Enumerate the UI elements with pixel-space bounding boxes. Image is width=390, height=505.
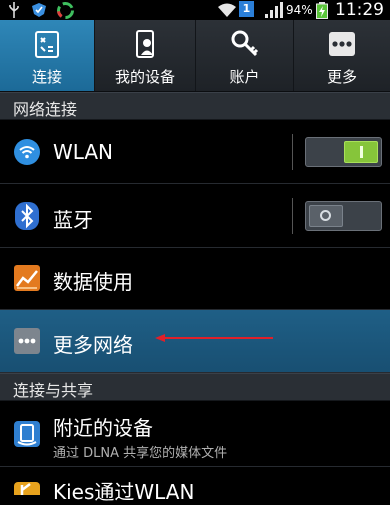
tab-accounts[interactable]: 账户 (196, 20, 294, 91)
accounts-key-icon (231, 30, 258, 57)
settings-tab-bar: 连接 我的设备 账户 更多 (0, 20, 390, 92)
sim-badge: 1 (239, 1, 254, 17)
toggle-knob (309, 205, 343, 227)
row-label: 数据使用 (53, 270, 133, 294)
row-label: Kies通过WLAN (53, 480, 195, 504)
data-usage-chart-icon (14, 265, 40, 291)
toggle-knob (344, 141, 378, 163)
my-device-icon (136, 30, 154, 58)
tab-connections[interactable]: 连接 (0, 20, 95, 91)
bluetooth-toggle[interactable] (305, 201, 382, 231)
row-label: 附近的设备 (53, 416, 153, 440)
row-label: 蓝牙 (53, 208, 93, 232)
usb-icon (9, 2, 19, 18)
bluetooth-row[interactable]: 蓝牙 (0, 184, 390, 248)
tab-label: 连接 (31, 68, 62, 86)
status-time: 11:29 (335, 0, 384, 20)
more-networks-row[interactable]: 更多网络 (0, 310, 390, 373)
divider (292, 198, 293, 234)
more-dots-icon (329, 32, 355, 56)
battery-charging-icon (316, 2, 328, 19)
section-title: 网络连接 (13, 100, 78, 119)
signal-icon (265, 2, 283, 18)
wlan-toggle[interactable] (305, 137, 382, 167)
divider (292, 134, 293, 170)
kies-icon (14, 482, 40, 495)
wifi-icon (218, 3, 236, 17)
section-title: 连接与共享 (13, 381, 94, 400)
wifi-icon (14, 139, 40, 165)
row-label: WLAN (53, 140, 114, 164)
wlan-row[interactable]: WLAN (0, 120, 390, 184)
section-header-connect-share: 连接与共享 (0, 373, 390, 401)
nearby-devices-row[interactable]: 附近的设备 通过 DLNA 共享您的媒体文件 (0, 401, 390, 467)
tab-label: 我的设备 (114, 68, 175, 86)
more-dots-icon (14, 328, 40, 354)
tab-my-device[interactable]: 我的设备 (95, 20, 196, 91)
tab-label: 更多 (326, 68, 357, 86)
battery-percent: 94% (286, 3, 313, 17)
row-label: 更多网络 (53, 333, 133, 357)
data-usage-row[interactable]: 数据使用 (0, 248, 390, 310)
annotation-arrow (155, 334, 273, 342)
status-bar: 1 94% 11:29 (0, 0, 390, 20)
sync-icon (57, 2, 74, 19)
row-subtitle: 通过 DLNA 共享您的媒体文件 (53, 446, 228, 461)
section-header-network: 网络连接 (0, 92, 390, 120)
tab-more[interactable]: 更多 (294, 20, 390, 91)
tab-label: 账户 (229, 68, 260, 86)
shield-icon (32, 3, 46, 17)
kies-wlan-row[interactable]: Kies通过WLAN (0, 467, 390, 504)
connections-icon (35, 31, 59, 58)
nearby-devices-icon (14, 421, 40, 447)
bluetooth-icon (15, 202, 39, 230)
